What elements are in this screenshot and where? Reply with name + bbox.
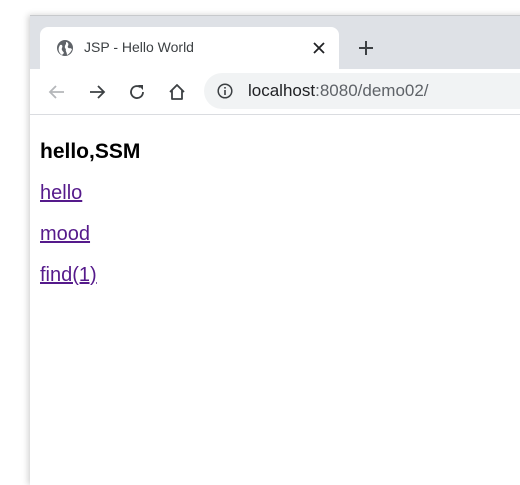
tab-title: JSP - Hello World xyxy=(84,39,194,55)
url-path: :8080/demo02/ xyxy=(315,81,429,100)
reload-button[interactable] xyxy=(123,78,151,106)
page-content: hello,SSM hello mood find(1) xyxy=(40,140,140,287)
toolbar: localhost:8080/demo02/ xyxy=(30,69,520,115)
home-button[interactable] xyxy=(163,78,191,106)
forward-button[interactable] xyxy=(83,78,111,106)
link-hello[interactable]: hello xyxy=(40,182,140,205)
reload-icon xyxy=(130,85,144,99)
link-find[interactable]: find(1) xyxy=(40,264,140,287)
back-button[interactable] xyxy=(43,78,71,106)
address-bar[interactable]: localhost:8080/demo02/ xyxy=(204,73,520,109)
link-mood[interactable]: mood xyxy=(40,223,140,246)
browser-window: JSP - Hello World localhost:8080/demo02/… xyxy=(30,15,520,485)
close-tab-icon[interactable] xyxy=(308,37,330,59)
tab-active[interactable]: JSP - Hello World xyxy=(40,27,339,70)
globe-icon xyxy=(56,39,74,57)
back-arrow-icon xyxy=(48,85,64,99)
info-icon[interactable] xyxy=(217,83,233,99)
new-tab-button[interactable] xyxy=(352,34,380,62)
url-text[interactable]: localhost:8080/demo02/ xyxy=(248,81,429,101)
page-heading: hello,SSM xyxy=(40,140,141,163)
forward-arrow-icon xyxy=(90,85,106,99)
home-icon xyxy=(169,84,185,100)
tab-strip: JSP - Hello World xyxy=(30,15,520,70)
url-host: localhost xyxy=(248,81,316,100)
plus-icon xyxy=(359,41,373,55)
